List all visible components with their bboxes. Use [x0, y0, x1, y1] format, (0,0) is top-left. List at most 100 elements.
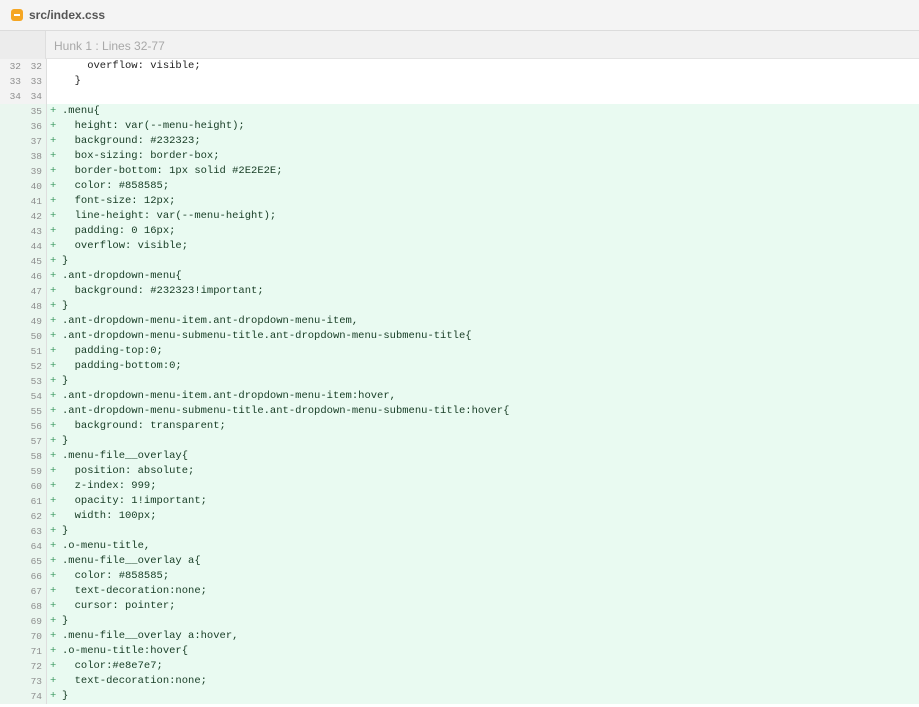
- diff-line-added[interactable]: 44 + overflow: visible;: [0, 239, 919, 254]
- diff-line-added[interactable]: 67 + text-decoration:none;: [0, 584, 919, 599]
- old-line-number: [2, 539, 21, 554]
- diff-line-added[interactable]: 40 + color: #858585;: [0, 179, 919, 194]
- diff-line-added[interactable]: 68 + cursor: pointer;: [0, 599, 919, 614]
- old-line-number: [2, 164, 21, 179]
- old-line-number: [2, 689, 21, 704]
- new-line-number: 36: [30, 121, 42, 132]
- diff-line-added[interactable]: 72 + color:#e8e7e7;: [0, 659, 919, 674]
- diff-line-added[interactable]: 47 + background: #232323!important;: [0, 284, 919, 299]
- code-text: .menu{: [62, 105, 100, 117]
- css-file-icon: [11, 9, 23, 21]
- new-line-number: 63: [30, 526, 42, 537]
- diff-line-added[interactable]: 62 + width: 100px;: [0, 509, 919, 524]
- diff-line-added[interactable]: 54 + .ant-dropdown-menu-item.ant-dropdown-…: [0, 389, 919, 404]
- diff-line-added[interactable]: 45 +}: [0, 254, 919, 269]
- diff-sign: +: [50, 120, 57, 132]
- diff-line-added[interactable]: 65 + .menu-file__overlay a{: [0, 554, 919, 569]
- diff-line-added[interactable]: 56 + background: transparent;: [0, 419, 919, 434]
- diff-line-added[interactable]: 63 +}: [0, 524, 919, 539]
- gutter-divider: [46, 314, 47, 329]
- diff-line-added[interactable]: 43 + padding: 0 16px;: [0, 224, 919, 239]
- diff-line-added[interactable]: 38 + box-sizing: border-box;: [0, 149, 919, 164]
- diff-line-added[interactable]: 57 +}: [0, 434, 919, 449]
- new-line-number: 68: [30, 601, 42, 612]
- diff-line-added[interactable]: 52 + padding-bottom:0;: [0, 359, 919, 374]
- diff-line-added[interactable]: 35 + .menu{: [0, 104, 919, 119]
- diff-line-added[interactable]: 61 + opacity: 1!important;: [0, 494, 919, 509]
- diff-line-context[interactable]: 34 34: [0, 89, 919, 104]
- code-text: text-decoration:none;: [62, 675, 207, 687]
- diff-line-added[interactable]: 48 +}: [0, 299, 919, 314]
- code-text: }: [62, 75, 81, 87]
- old-line-number: [2, 644, 21, 659]
- new-line-number: 46: [30, 271, 42, 282]
- diff-sign: +: [50, 390, 57, 402]
- diff-line-added[interactable]: 36 + height: var(--menu-height);: [0, 119, 919, 134]
- new-line-number: 48: [30, 301, 42, 312]
- old-line-number: [2, 584, 21, 599]
- new-line-number: 32: [23, 59, 42, 74]
- old-line-number: 32: [2, 59, 21, 74]
- diff-line-added[interactable]: 49 + .ant-dropdown-menu-item.ant-dropdown-…: [0, 314, 919, 329]
- diff-code-view[interactable]: 32 32 overflow: visible; 33 33 } 34 34 35 + .men…: [0, 59, 919, 707]
- diff-line-added[interactable]: 51 + padding-top:0;: [0, 344, 919, 359]
- code-text: .ant-dropdown-menu-submenu-title.ant-dro…: [62, 330, 472, 342]
- diff-sign: +: [50, 495, 57, 507]
- new-line-number: 37: [30, 136, 42, 147]
- diff-line-added[interactable]: 50 + .ant-dropdown-menu-submenu-title.ant-…: [0, 329, 919, 344]
- code-text: padding-bottom:0;: [62, 360, 182, 372]
- old-line-number: [2, 659, 21, 674]
- old-line-number: [2, 359, 21, 374]
- gutter-divider: [46, 524, 47, 539]
- old-line-number: [2, 449, 21, 464]
- old-line-number: [2, 239, 21, 254]
- diff-line-added[interactable]: 69 +}: [0, 614, 919, 629]
- diff-line-added[interactable]: 37 + background: #232323;: [0, 134, 919, 149]
- diff-line-added[interactable]: 53 +}: [0, 374, 919, 389]
- diff-line-added[interactable]: 70 + .menu-file__overlay a:hover,: [0, 629, 919, 644]
- gutter-divider: [46, 479, 47, 494]
- diff-line-added[interactable]: 71 + .o-menu-title:hover{: [0, 644, 919, 659]
- code-text: }: [62, 300, 69, 312]
- diff-line-added[interactable]: 64 + .o-menu-title,: [0, 539, 919, 554]
- diff-line-added[interactable]: 46 + .ant-dropdown-menu{: [0, 269, 919, 284]
- diff-line-added[interactable]: 42 + line-height: var(--menu-height);: [0, 209, 919, 224]
- new-line-number: 35: [30, 106, 42, 117]
- diff-sign: +: [50, 375, 57, 387]
- code-text: .menu-file__overlay a:hover,: [62, 630, 239, 642]
- diff-sign: +: [50, 435, 57, 447]
- diff-line-added[interactable]: 39 + border-bottom: 1px solid #2E2E2E;: [0, 164, 919, 179]
- hunk-gutter: [0, 31, 46, 59]
- diff-line-added[interactable]: 59 + position: absolute;: [0, 464, 919, 479]
- old-line-number: [2, 509, 21, 524]
- gutter-divider: [46, 164, 47, 179]
- code-text: border-bottom: 1px solid #2E2E2E;: [62, 165, 283, 177]
- code-text: .ant-dropdown-menu-item.ant-dropdown-men…: [62, 315, 359, 327]
- diff-line-added[interactable]: 41 + font-size: 12px;: [0, 194, 919, 209]
- diff-sign: +: [50, 195, 57, 207]
- file-name[interactable]: src/index.css: [29, 8, 105, 22]
- diff-line-added[interactable]: 74 +}: [0, 689, 919, 704]
- diff-line-added[interactable]: 60 + z-index: 999;: [0, 479, 919, 494]
- old-line-number: [2, 374, 21, 389]
- old-line-number: [2, 464, 21, 479]
- new-line-number: 62: [30, 511, 42, 522]
- code-text: }: [62, 615, 69, 627]
- old-line-number: [2, 524, 21, 539]
- file-header[interactable]: src/index.css: [0, 0, 919, 31]
- diff-line-context[interactable]: 32 32 overflow: visible;: [0, 59, 919, 74]
- diff-line-added[interactable]: 73 + text-decoration:none;: [0, 674, 919, 689]
- hunk-header: Hunk 1 : Lines 32-77: [0, 31, 919, 59]
- old-line-number: [2, 419, 21, 434]
- diff-line-context[interactable]: 33 33 }: [0, 74, 919, 89]
- gutter-divider: [46, 194, 47, 209]
- code-text: }: [62, 690, 69, 702]
- diff-line-added[interactable]: 55 + .ant-dropdown-menu-submenu-title.ant-…: [0, 404, 919, 419]
- code-text: font-size: 12px;: [62, 195, 176, 207]
- old-line-number: [2, 209, 21, 224]
- diff-sign: +: [50, 465, 57, 477]
- old-line-number: [2, 614, 21, 629]
- diff-line-added[interactable]: 58 + .menu-file__overlay{: [0, 449, 919, 464]
- diff-line-added[interactable]: 66 + color: #858585;: [0, 569, 919, 584]
- new-line-number: 60: [30, 481, 42, 492]
